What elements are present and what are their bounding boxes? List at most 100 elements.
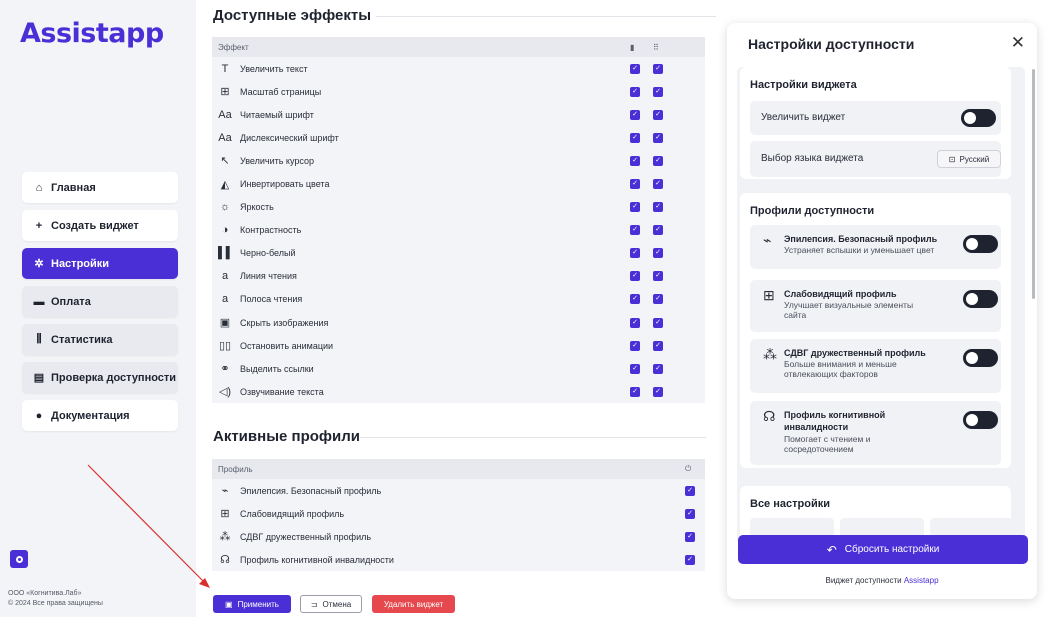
desktop-checkbox[interactable]: ✓: [630, 109, 640, 120]
effect-row: a Линия чтения ✓ ✓: [212, 265, 705, 288]
language-label: Выбор языка виджета: [761, 153, 864, 164]
mobile-checkbox[interactable]: ✓: [653, 86, 663, 97]
effect-row: ▯▯ Остановить анимации ✓ ✓: [212, 334, 705, 357]
sidebar-item-label: Настройки: [51, 257, 110, 270]
profile-option-name: Профиль когнитивной инвалидности: [784, 410, 886, 432]
mobile-checkbox[interactable]: ✓: [653, 63, 663, 74]
mobile-checkbox[interactable]: ✓: [653, 248, 663, 259]
profile-icon: ⊞: [220, 508, 230, 521]
effect-label: Черно-белый: [240, 248, 296, 259]
mobile-checkbox[interactable]: ✓: [653, 317, 663, 328]
close-icon[interactable]: ✕: [1011, 33, 1025, 53]
sidebar: Assistapp ⌂ Главная + Создать виджет ✲ Настро…: [0, 0, 196, 617]
effect-label: Увеличить курсор: [240, 155, 314, 166]
delete-widget-button[interactable]: Удалить виджет: [372, 595, 455, 613]
profile-checkbox[interactable]: ✓: [685, 508, 695, 519]
assistapp-link[interactable]: Assistapp: [904, 576, 939, 585]
apply-button[interactable]: ▣ Применить: [213, 595, 291, 613]
panel-footer: Виджет доступности Assistapp: [825, 576, 939, 585]
desktop-checkbox[interactable]: ✓: [630, 132, 640, 143]
language-select[interactable]: ⊡ Русский: [937, 150, 1001, 168]
profile-row: ☊ Профиль когнитивной инвалидности ✓: [212, 548, 705, 571]
desktop-checkbox[interactable]: ✓: [630, 340, 640, 351]
mobile-checkbox[interactable]: ✓: [653, 340, 663, 351]
profile-row: ⁂ СДВГ дружественный профиль ✓: [212, 525, 705, 548]
profile-option-name: Эпилепсия. Безопасный профиль: [784, 234, 938, 244]
power-icon: ⏻: [685, 464, 692, 473]
effect-row: ▌▌ Черно-белый ✓ ✓: [212, 242, 705, 265]
desktop-checkbox[interactable]: ✓: [630, 63, 640, 74]
profile-option-desc: Устраняет вспышки и уменьшает цвет: [784, 245, 935, 255]
profile-checkbox[interactable]: ✓: [685, 554, 695, 565]
profile-option: ⊞ Слабовидящий профиль Улучшает визуальные…: [750, 280, 1001, 332]
profile-checkbox[interactable]: ✓: [685, 531, 695, 542]
profile-option-desc: Помогает с чтением и сосредоточением: [784, 434, 871, 454]
panel-content[interactable]: Настройки виджета Увеличить виджет Выбор…: [737, 67, 1025, 545]
profiles-table: Профиль ⏻ ⌁ Эпилепсия. Безопасный профиль…: [212, 459, 705, 572]
profile-toggle[interactable]: [963, 235, 998, 253]
profile-checkbox[interactable]: ✓: [685, 485, 695, 496]
profile-option-desc: Улучшает визуальные элементы сайта: [784, 300, 914, 320]
user-avatar-icon[interactable]: [10, 550, 28, 568]
desktop-checkbox[interactable]: ✓: [630, 317, 640, 328]
mobile-checkbox[interactable]: ✓: [653, 225, 663, 236]
sidebar-item-billing[interactable]: ▬ Оплата: [22, 286, 178, 317]
mobile-checkbox[interactable]: ✓: [653, 294, 663, 305]
mobile-checkbox[interactable]: ✓: [653, 363, 663, 374]
profile-toggle[interactable]: [963, 349, 998, 367]
sidebar-item-accessibility-check[interactable]: ▤ Проверка доступности: [22, 362, 178, 393]
mobile-checkbox[interactable]: ✓: [653, 386, 663, 397]
profile-toggle[interactable]: [963, 411, 998, 429]
save-icon: ▣: [225, 599, 233, 609]
panel-title: Настройки доступности: [748, 36, 915, 52]
enlarge-widget-toggle[interactable]: [961, 109, 996, 127]
effect-icon: Aa: [218, 131, 232, 144]
desktop-checkbox[interactable]: ✓: [630, 294, 640, 305]
profile-option: ☊ Профиль когнитивной инвалидности Помогае…: [750, 401, 1001, 465]
profile-icon: ⁂: [219, 531, 231, 544]
panel-scrollbar[interactable]: [1032, 69, 1035, 299]
profile-option: ⁂ СДВГ дружественный профиль Больше вниман…: [750, 339, 1001, 393]
desktop-checkbox[interactable]: ✓: [630, 386, 640, 397]
reset-settings-button[interactable]: ↶ Сбросить настройки: [738, 535, 1028, 564]
mobile-checkbox[interactable]: ✓: [653, 132, 663, 143]
desktop-checkbox[interactable]: ✓: [630, 86, 640, 97]
copyright: © 2024 Все права защищены: [8, 600, 103, 607]
effect-icon: ▣: [219, 317, 231, 330]
mobile-checkbox[interactable]: ✓: [653, 271, 663, 282]
mobile-checkbox[interactable]: ✓: [653, 155, 663, 166]
profile-option-icon: ⊞: [763, 287, 775, 303]
cancel-button[interactable]: ⊐ Отмена: [300, 595, 362, 613]
card-icon: ▬: [33, 295, 45, 308]
sidebar-footer: ООО «Когнитива.Лаб» © 2024 Все права защ…: [8, 589, 103, 609]
mobile-icon: ⠿: [653, 42, 659, 52]
desktop-checkbox[interactable]: ✓: [630, 225, 640, 236]
profile-row: ⊞ Слабовидящий профиль ✓: [212, 502, 705, 525]
mobile-checkbox[interactable]: ✓: [653, 202, 663, 213]
profile-toggle[interactable]: [963, 290, 998, 308]
sidebar-item-statistics[interactable]: ⫼ Статистика: [22, 324, 178, 355]
chart-icon: ⫼: [36, 333, 42, 345]
desktop-checkbox[interactable]: ✓: [630, 202, 640, 213]
language-option: Выбор языка виджета ⊡ Русский: [750, 141, 1001, 177]
enlarge-widget-option: Увеличить виджет: [750, 101, 1001, 135]
effect-label: Увеличить текст: [240, 63, 308, 74]
mobile-checkbox[interactable]: ✓: [653, 109, 663, 120]
desktop-checkbox[interactable]: ✓: [630, 363, 640, 374]
enlarge-widget-label: Увеличить виджет: [761, 112, 846, 123]
sidebar-item-documentation[interactable]: ● Документация: [22, 400, 178, 431]
cancel-icon: ⊐: [310, 599, 318, 609]
company-name: ООО «Когнитива.Лаб»: [8, 590, 82, 597]
desktop-checkbox[interactable]: ✓: [630, 248, 640, 259]
all-settings-title: Все настройки: [750, 498, 830, 510]
sidebar-item-home[interactable]: ⌂ Главная: [22, 172, 178, 203]
effect-label: Выделить ссылки: [240, 363, 314, 374]
desktop-checkbox[interactable]: ✓: [630, 155, 640, 166]
sidebar-item-create-widget[interactable]: + Создать виджет: [22, 210, 178, 241]
profile-label: Эпилепсия. Безопасный профиль: [240, 485, 382, 496]
desktop-checkbox[interactable]: ✓: [630, 271, 640, 282]
sidebar-item-settings[interactable]: ✲ Настройки: [22, 248, 178, 279]
desktop-checkbox[interactable]: ✓: [630, 178, 640, 189]
mobile-checkbox[interactable]: ✓: [653, 178, 663, 189]
effect-icon: ▌▌: [218, 247, 234, 260]
